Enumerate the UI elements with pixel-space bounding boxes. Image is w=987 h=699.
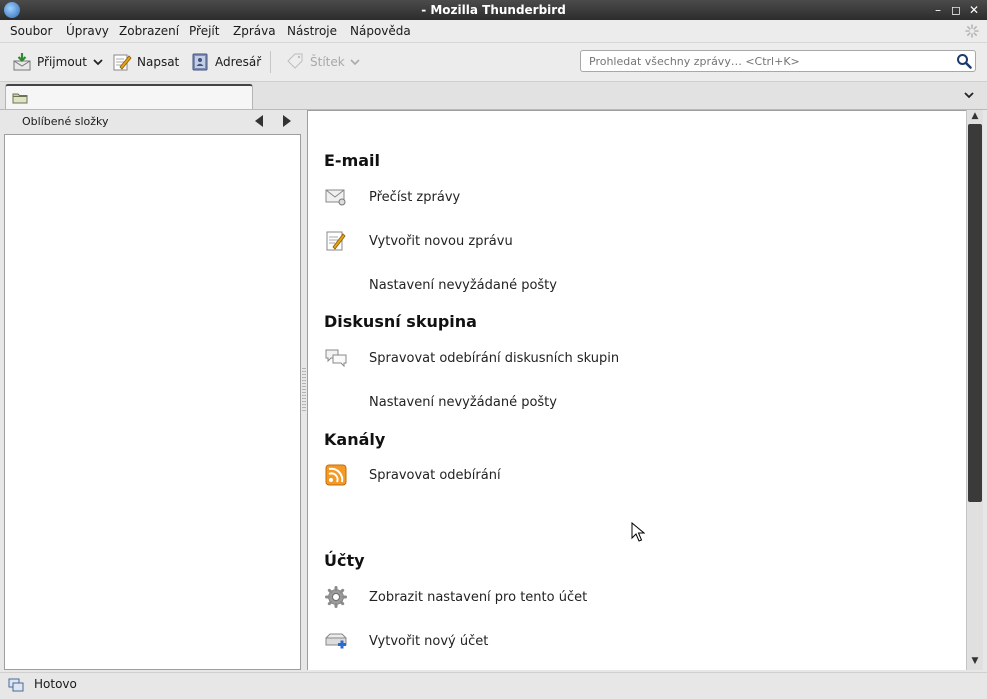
offline-status-icon[interactable]	[8, 677, 24, 693]
section-news-title: Diskusní skupina	[324, 312, 477, 331]
tab-list-chevron-icon[interactable]	[961, 87, 977, 103]
folder-mode-label: Oblíbené složky	[22, 115, 109, 128]
write-button[interactable]: Napsat	[112, 51, 179, 73]
compose-icon	[113, 54, 132, 71]
search-icon[interactable]	[956, 53, 972, 69]
compose-icon	[326, 231, 346, 251]
address-book-label: Adresář	[215, 55, 262, 69]
download-mail-icon	[13, 53, 31, 71]
title-bar: - Mozilla Thunderbird – ◻ ✕	[0, 0, 987, 20]
scroll-up-icon[interactable]: ▲	[969, 111, 981, 123]
search-input[interactable]	[587, 54, 951, 69]
menu-bar: Soubor Úpravy Zobrazení Přejít Zpráva Ná…	[0, 20, 987, 43]
status-bar: Hotovo	[0, 672, 987, 699]
folder-tree[interactable]	[4, 134, 301, 670]
mouse-cursor-icon	[631, 522, 645, 542]
address-book-icon	[192, 53, 208, 71]
manage-newsgroups-label: Spravovat odebírání diskusních skupin	[369, 351, 620, 366]
tag-button[interactable]: Štítek	[285, 51, 360, 73]
search-box[interactable]	[580, 50, 976, 72]
address-book-button[interactable]: Adresář	[190, 51, 261, 73]
content-scrollbar[interactable]: ▲ ▼	[966, 110, 983, 670]
get-mail-button[interactable]: Přijmout	[12, 51, 104, 73]
newsgroup-icon	[325, 349, 347, 368]
minimize-icon[interactable]: –	[931, 3, 945, 17]
menu-message[interactable]: Zpráva	[233, 24, 276, 38]
scroll-down-icon[interactable]: ▼	[969, 656, 981, 668]
manage-feeds-label: Spravovat odebírání	[369, 468, 501, 483]
read-mail-icon	[325, 189, 346, 206]
previous-mode-icon[interactable]	[255, 115, 263, 127]
gear-icon	[325, 586, 347, 608]
menu-help[interactable]: Nápověda	[350, 24, 411, 38]
next-mode-icon[interactable]	[283, 115, 291, 127]
toolbar-separator	[270, 51, 271, 73]
scroll-thumb[interactable]	[968, 124, 982, 502]
tab-bar	[0, 82, 987, 110]
account-settings-label: Zobrazit nastavení pro tento účet	[369, 590, 588, 605]
tag-icon	[287, 53, 303, 69]
get-mail-label: Přijmout	[37, 55, 87, 69]
throbber-icon	[965, 24, 979, 38]
window-title: - Mozilla Thunderbird	[421, 3, 566, 17]
read-messages-label: Přečíst zprávy	[369, 190, 461, 205]
junk-settings-mail-label: Nastavení nevyžádané pošty	[369, 278, 557, 293]
section-accounts-title: Účty	[324, 551, 365, 570]
new-account-label: Vytvořit nový účet	[369, 634, 489, 649]
tab-folder[interactable]	[5, 84, 253, 109]
status-text: Hotovo	[34, 677, 77, 691]
section-email-title: E-mail	[324, 151, 381, 170]
folder-pane-header: Oblíbené složky	[0, 110, 305, 134]
rss-feed-icon	[325, 464, 347, 486]
section-feeds-title: Kanály	[324, 430, 386, 449]
new-account-icon	[325, 633, 347, 649]
menu-go[interactable]: Přejít	[189, 24, 219, 38]
maximize-icon[interactable]: ◻	[949, 3, 963, 17]
menu-file[interactable]: Soubor	[10, 24, 52, 38]
chevron-down-icon[interactable]	[92, 56, 104, 68]
junk-settings-news-label: Nastavení nevyžádané pošty	[369, 395, 557, 410]
account-central: E-mail Přečíst zprávy Vytvořit novou zpr…	[307, 110, 966, 670]
menu-view[interactable]: Zobrazení	[119, 24, 179, 38]
write-label: Napsat	[137, 55, 180, 69]
menu-tools[interactable]: Nástroje	[287, 24, 337, 38]
folder-icon	[12, 93, 28, 104]
tag-label: Štítek	[310, 55, 345, 69]
close-icon[interactable]: ✕	[967, 3, 981, 17]
compose-message-label: Vytvořit novou zprávu	[369, 234, 513, 249]
menu-edit[interactable]: Úpravy	[66, 24, 109, 38]
splitter-grip[interactable]	[302, 368, 306, 412]
chevron-down-icon	[350, 59, 360, 66]
